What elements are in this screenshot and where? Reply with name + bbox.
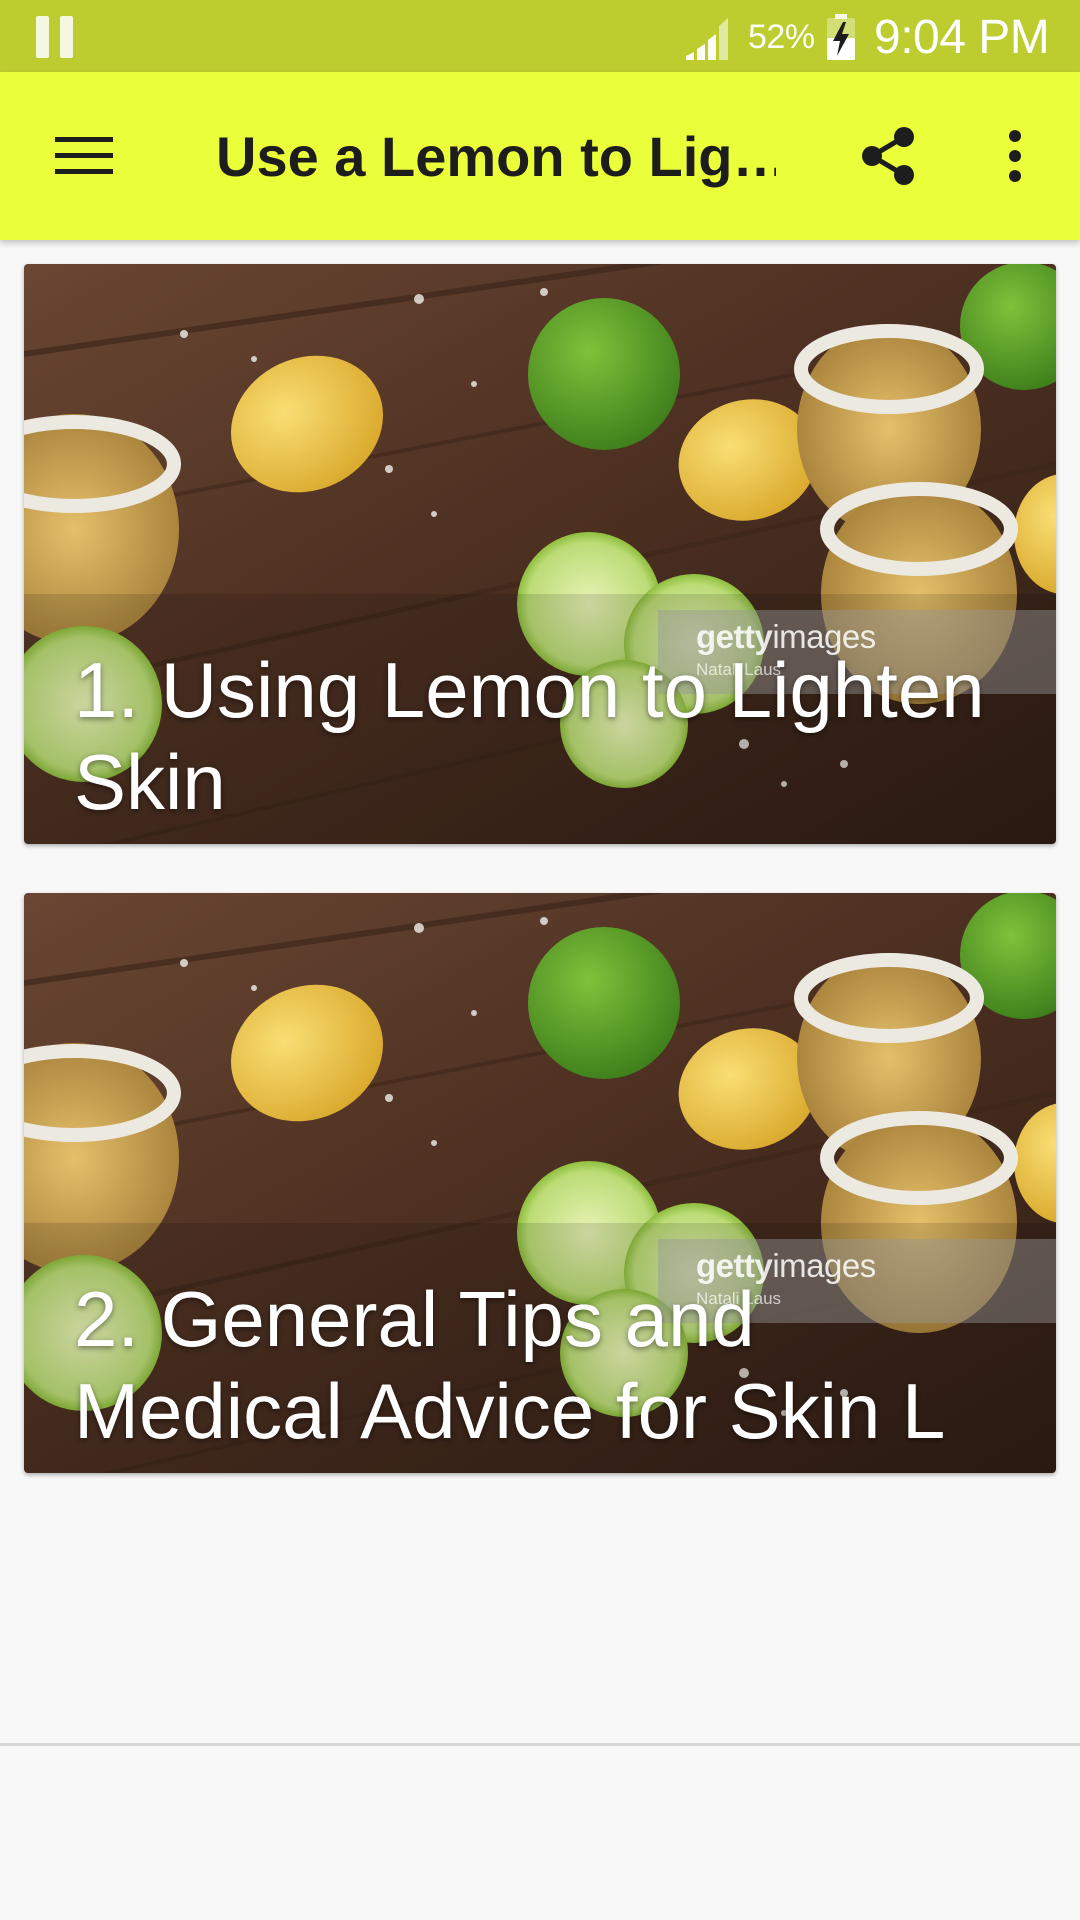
- page-title: Use a Lemon to Lig…: [216, 125, 776, 188]
- card-title: 1. Using Lemon to Lighten Skin: [74, 646, 985, 826]
- battery-charging-icon: [827, 14, 855, 60]
- share-button[interactable]: [842, 112, 934, 200]
- more-options-button[interactable]: [970, 112, 1060, 200]
- more-vert-icon: [1009, 130, 1021, 182]
- signal-icon: [686, 18, 728, 60]
- battery-percent: 52%: [748, 18, 815, 56]
- card-title: 2. General Tips and Medical Advice for S…: [74, 1275, 946, 1455]
- app-bar: Use a Lemon to Lig…: [0, 72, 1080, 240]
- bottom-divider: [0, 1743, 1080, 1746]
- menu-icon: [55, 137, 113, 174]
- menu-button[interactable]: [28, 114, 140, 198]
- status-bar: 52% 9:04 PM: [0, 0, 1080, 72]
- article-card-2[interactable]: gettyimages Natali Laus 2. General Tips …: [24, 893, 1056, 1473]
- share-icon: [862, 127, 914, 185]
- article-card-1[interactable]: gettyimages Natali Laus 1. Using Lemon t…: [24, 264, 1056, 844]
- pause-icon: [36, 16, 74, 58]
- clock: 9:04 PM: [874, 11, 1050, 64]
